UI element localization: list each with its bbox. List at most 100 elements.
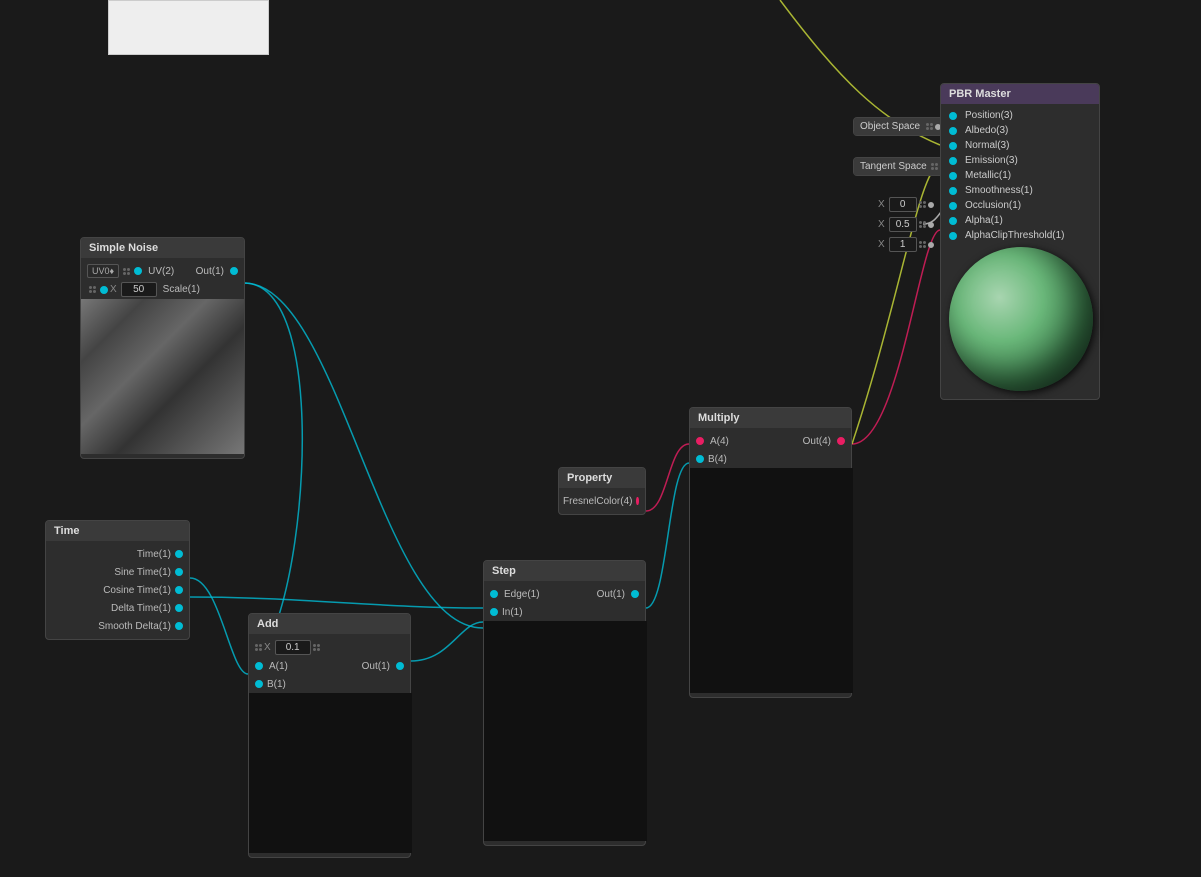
node-time-header[interactable]: Time — [46, 521, 189, 541]
pbr-albedo-label: Albedo(3) — [965, 125, 1008, 136]
out1-label: Out(1) — [196, 266, 224, 277]
pbr-emission-port[interactable] — [949, 157, 957, 165]
node-pbr-master: PBR Master Position(3) Albedo(3) Normal(… — [940, 83, 1100, 400]
add-preview — [249, 693, 412, 853]
cosinetime-output-port[interactable] — [175, 586, 183, 594]
scale-value-input[interactable] — [121, 282, 157, 297]
step-out-label: Out(1) — [597, 589, 625, 600]
uv-label: UV(2) — [148, 266, 174, 277]
node-tangent-space: Tangent Space — [853, 157, 953, 176]
node-pbr-header[interactable]: PBR Master — [941, 84, 1099, 104]
objspace-ports — [926, 123, 941, 130]
sinetime-output-port[interactable] — [175, 568, 183, 576]
add-x-dots — [255, 644, 262, 651]
pbr-smoothness-port[interactable] — [949, 187, 957, 195]
x0-input[interactable] — [889, 197, 917, 212]
node-multiply-header[interactable]: Multiply — [690, 408, 851, 428]
node-add-header[interactable]: Add — [249, 614, 410, 634]
node-simple-noise-header[interactable]: Simple Noise — [81, 238, 244, 258]
node-step-header[interactable]: Step — [484, 561, 645, 581]
step-in-port[interactable] — [490, 608, 498, 616]
pbr-metallic-port[interactable] — [949, 172, 957, 180]
pbr-emission-row: Emission(3) — [941, 153, 1099, 168]
deltatime-output-port[interactable] — [175, 604, 183, 612]
step-preview — [484, 621, 647, 841]
pbr-albedo-row: Albedo(3) — [941, 123, 1099, 138]
multiply-out-label: Out(4) — [803, 436, 831, 447]
node-property: Property FresnelColor(4) — [558, 467, 646, 515]
pbr-normal-port[interactable] — [949, 142, 957, 150]
pbr-position-row: Position(3) — [941, 108, 1099, 123]
pbr-alphaclip-label: AlphaClipThreshold(1) — [965, 230, 1065, 241]
node-simple-noise: Simple Noise UV0♦ UV(2) Out(1) — [80, 237, 245, 459]
pbr-smoothness-label: Smoothness(1) — [965, 185, 1033, 196]
pbr-alpha-port[interactable] — [949, 217, 957, 225]
x0-port[interactable] — [928, 202, 934, 208]
x05-dots — [919, 221, 926, 228]
multiply-out-port[interactable] — [837, 437, 845, 445]
scale-input-port[interactable] — [100, 286, 108, 294]
add-out-port[interactable] — [396, 662, 404, 670]
multiply-b-port[interactable] — [696, 455, 704, 463]
pbr-emission-label: Emission(3) — [965, 155, 1018, 166]
step-out-port[interactable] — [631, 590, 639, 598]
noise-texture-preview — [81, 299, 244, 454]
pbr-position-label: Position(3) — [965, 110, 1013, 121]
pbr-smoothness-row: Smoothness(1) — [941, 183, 1099, 198]
x1-port[interactable] — [928, 242, 934, 248]
scale-dots — [89, 286, 96, 293]
add-out-label: Out(1) — [362, 661, 390, 672]
multiply-a-port[interactable] — [696, 437, 704, 445]
deltatime-output-label: Delta Time(1) — [111, 603, 171, 614]
node-time: Time Time(1) Sine Time(1) Cosine Time(1)… — [45, 520, 190, 640]
uv-dropdown[interactable]: UV0♦ — [87, 264, 119, 278]
node-add: Add X A(1) Out(1) — [248, 613, 411, 858]
tangspace-label: Tangent Space — [860, 161, 927, 172]
pbr-sphere-preview — [949, 247, 1093, 391]
time-output-port[interactable] — [175, 550, 183, 558]
step-edge-port[interactable] — [490, 590, 498, 598]
scale-label: Scale(1) — [163, 284, 200, 295]
pbr-occlusion-row: Occlusion(1) — [941, 198, 1099, 213]
cosinetime-output-label: Cosine Time(1) — [103, 585, 171, 596]
x0-label: X — [878, 199, 885, 210]
x05-label: X — [878, 219, 885, 230]
pbr-alphaclip-row: AlphaClipThreshold(1) — [941, 228, 1099, 243]
add-a-port[interactable] — [255, 662, 263, 670]
smoothdelta-output-port[interactable] — [175, 622, 183, 630]
pbr-albedo-port[interactable] — [949, 127, 957, 135]
objspace-label: Object Space — [860, 121, 920, 132]
pbr-normal-row: Normal(3) — [941, 138, 1099, 153]
node-object-space: Object Space — [853, 117, 948, 136]
preview-white-box — [108, 0, 269, 55]
node-property-header[interactable]: Property — [559, 468, 645, 488]
time-output-label: Time(1) — [137, 549, 171, 560]
property-out-port[interactable] — [636, 497, 639, 505]
x05-port[interactable] — [928, 222, 934, 228]
x1-node: X — [878, 237, 934, 252]
x0-node: X — [878, 197, 934, 212]
sinetime-output-label: Sine Time(1) — [114, 567, 171, 578]
smoothdelta-output-label: Smooth Delta(1) — [98, 621, 171, 632]
pbr-normal-label: Normal(3) — [965, 140, 1009, 151]
uv-input-port[interactable] — [134, 267, 142, 275]
step-in-label: In(1) — [502, 607, 523, 618]
pbr-occlusion-port[interactable] — [949, 202, 957, 210]
uv-dots — [123, 268, 130, 275]
property-out-label: FresnelColor(4) — [563, 496, 632, 507]
pbr-alphaclip-port[interactable] — [949, 232, 957, 240]
pbr-metallic-row: Metallic(1) — [941, 168, 1099, 183]
x1-input[interactable] — [889, 237, 917, 252]
add-b-port[interactable] — [255, 680, 263, 688]
multiply-preview — [690, 468, 853, 693]
step-edge-label: Edge(1) — [504, 589, 540, 600]
x0-dots — [919, 201, 926, 208]
out1-output-port[interactable] — [230, 267, 238, 275]
x05-input[interactable] — [889, 217, 917, 232]
x1-dots — [919, 241, 926, 248]
pbr-occlusion-label: Occlusion(1) — [965, 200, 1021, 211]
pbr-alpha-row: Alpha(1) — [941, 213, 1099, 228]
pbr-position-port[interactable] — [949, 112, 957, 120]
node-multiply: Multiply A(4) Out(4) B(4) — [689, 407, 852, 698]
add-x-value[interactable] — [275, 640, 311, 655]
